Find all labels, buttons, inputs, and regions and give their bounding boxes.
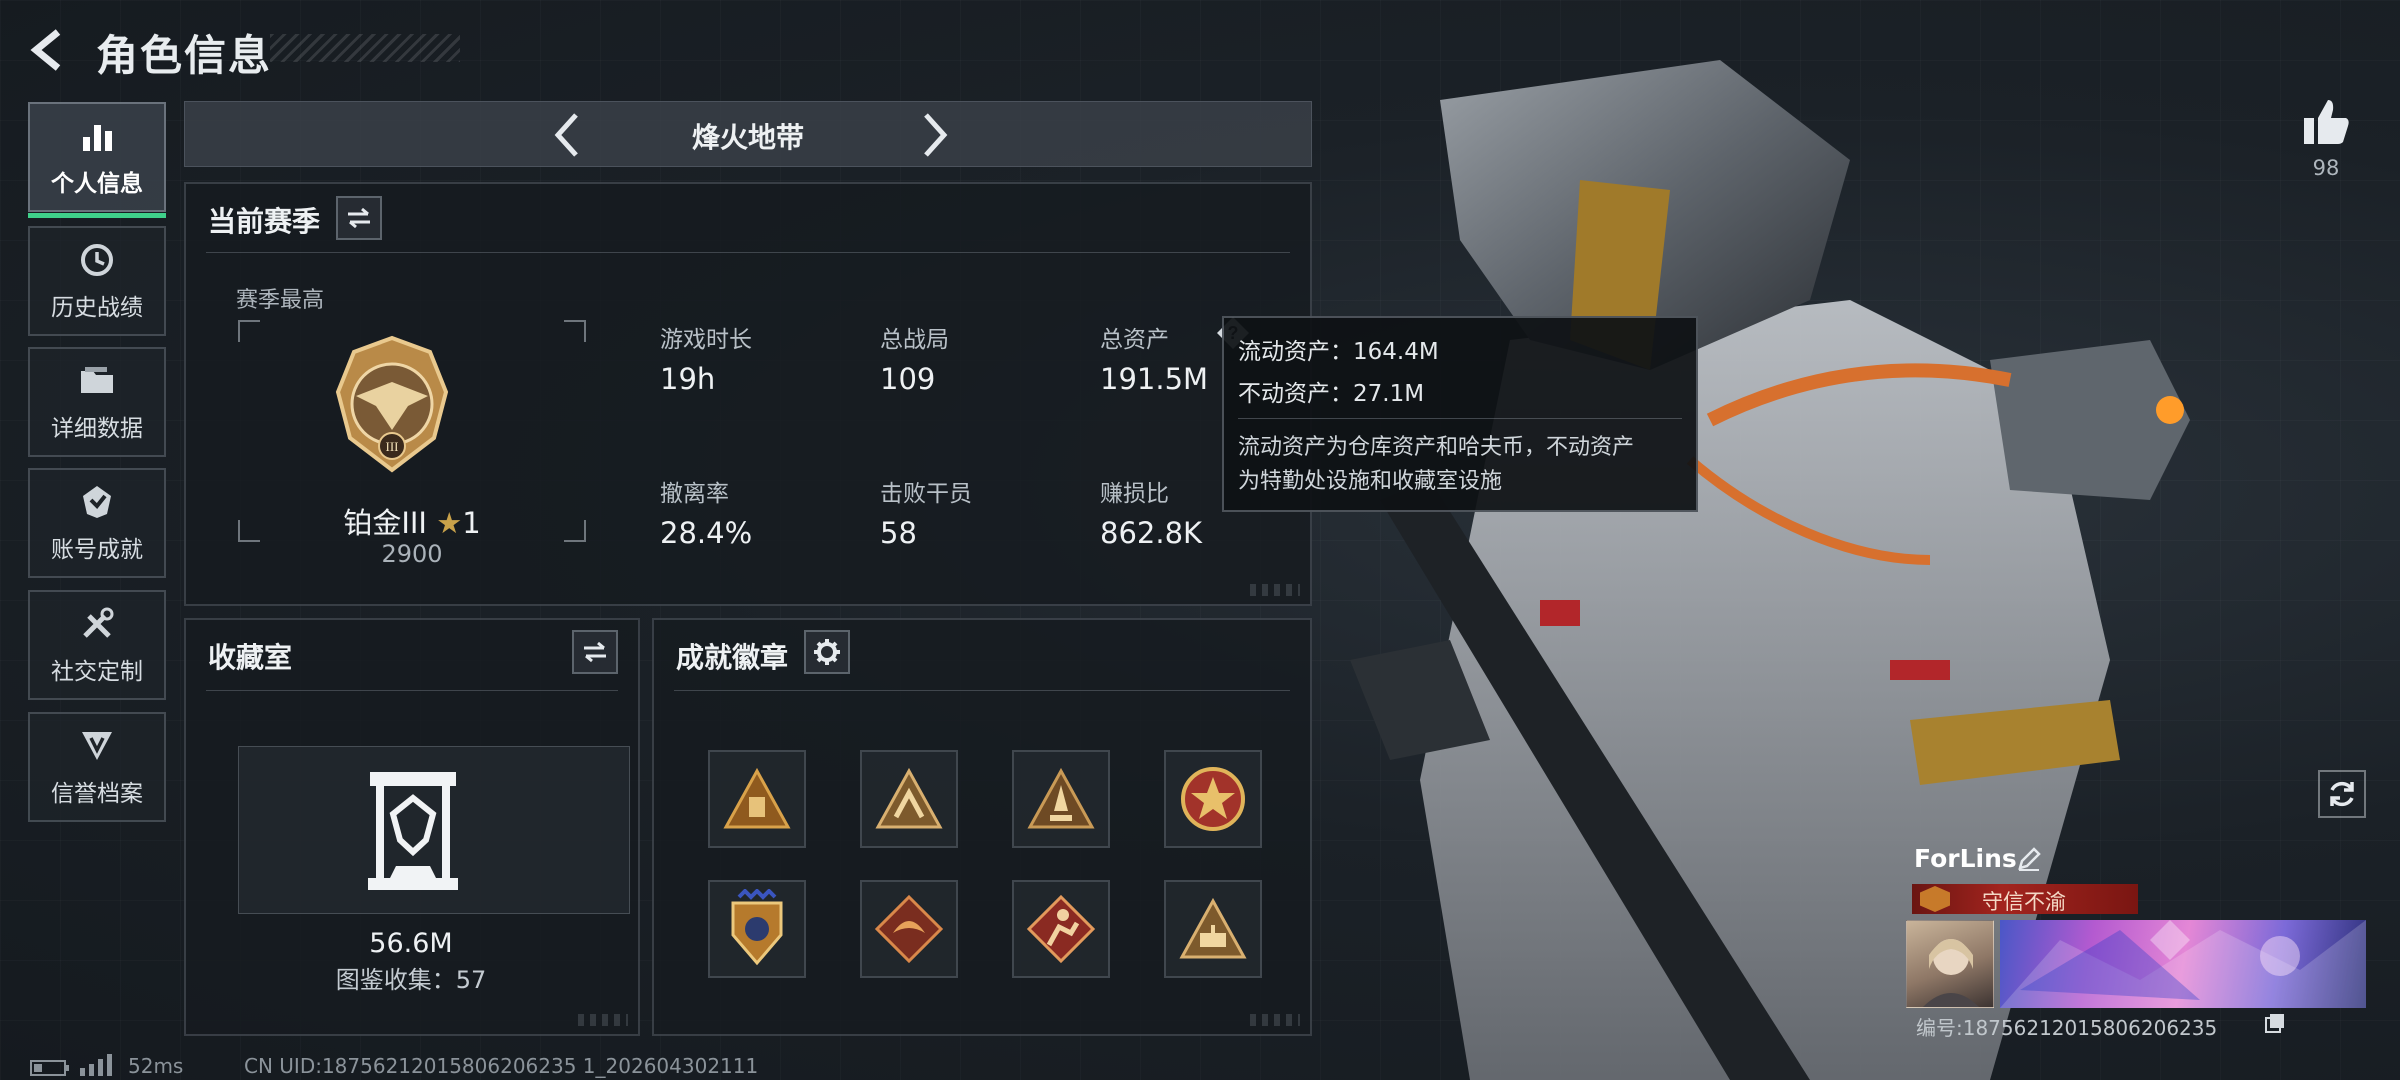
account-uid: CN UID:18756212015806206235 1_2026043021… — [244, 1054, 759, 1078]
achievement-badges-panel: 成就徽章 — [652, 618, 1312, 1036]
stat-value: 58 — [880, 516, 917, 550]
season-best-label: 赛季最高 — [236, 288, 325, 313]
stat-value: 28.4% — [660, 516, 753, 550]
collection-count: 图鉴收集：57 — [335, 966, 487, 994]
nav-item-label: 详细数据 — [51, 416, 143, 442]
tooltip-divider — [1238, 418, 1682, 419]
stat-label: 总资产 — [1100, 327, 1169, 353]
player-title: 守信不渝 — [1982, 890, 2066, 914]
stat-value: 862.8K — [1100, 516, 1203, 550]
rank-stars: 1 — [462, 506, 481, 540]
thumbs-up-icon[interactable] — [2300, 96, 2352, 148]
collection-panel-title: 收藏室 — [208, 641, 293, 674]
refresh-icon — [2330, 781, 2354, 807]
tooltip-description-line: 流动资产为仓库资产和哈夫币，不动资产 — [1238, 435, 1635, 460]
folder-icon — [77, 361, 117, 401]
nav-item-label: 账号成就 — [51, 537, 143, 563]
battery-icon — [30, 1060, 69, 1076]
divider — [206, 690, 618, 691]
stat-value: 191.5M — [1100, 362, 1209, 396]
rank-score: 2900 — [381, 540, 443, 568]
tooltip-description-line: 为特勤处设施和收藏室设施 — [1238, 469, 1503, 494]
nav-item-detail-data[interactable]: 详细数据 — [28, 347, 166, 457]
swap-icon — [584, 641, 606, 663]
tools-icon — [77, 604, 117, 644]
badge-climber-icon[interactable] — [860, 750, 958, 848]
player-banner[interactable] — [2000, 920, 2366, 1008]
panel-corner-decoration — [1250, 1014, 1300, 1026]
avatar[interactable] — [1906, 920, 1994, 1008]
stat-label: 击败干员 — [880, 481, 972, 507]
badge-star-emblem-icon[interactable] — [1164, 750, 1262, 848]
switch-season-button[interactable] — [336, 196, 382, 240]
collection-value: 56.6M — [369, 928, 453, 959]
stat-value: 109 — [880, 362, 936, 396]
title-decoration — [270, 34, 460, 62]
mode-selector: 烽火地带 — [184, 101, 1312, 167]
stat-label: 赚损比 — [1100, 481, 1169, 507]
nav-item-personal-info[interactable]: 个人信息 — [28, 102, 166, 218]
rank-name: 铂金III — [343, 506, 427, 540]
like-count: 98 — [2312, 156, 2340, 180]
badge-runner-icon[interactable] — [1012, 880, 1110, 978]
chevron-right-icon — [924, 113, 948, 157]
rank-name-row: 铂金III ★1 — [186, 500, 638, 542]
badge-shield-icon[interactable] — [708, 880, 806, 978]
character-info-screen: 角色信息 个人信息 历史战绩 详细数据 账号成就 社交定制 信誉档案 烽火地带 … — [0, 0, 2400, 1080]
next-mode-button[interactable] — [913, 111, 957, 159]
star-icon: ★ — [436, 506, 463, 540]
signal-icon — [80, 1054, 112, 1076]
badge-settings-button[interactable] — [804, 630, 850, 674]
badge-tank-icon[interactable] — [1164, 880, 1262, 978]
badge-rocket-icon[interactable] — [1012, 750, 1110, 848]
bar-chart-icon — [77, 116, 117, 156]
refresh-button[interactable] — [2318, 770, 2366, 818]
stat-label: 游戏时长 — [660, 327, 752, 353]
tooltip-fixed-assets: 不动资产：27.1M — [1238, 381, 1425, 407]
panel-corner-decoration — [1250, 584, 1300, 596]
achievement-icon — [77, 482, 117, 522]
player-title-banner: 守信不渝 — [1912, 884, 2138, 914]
nav-item-history[interactable]: 历史战绩 — [28, 226, 166, 336]
ping-latency: 52ms — [128, 1054, 184, 1078]
asset-tooltip: 流动资产：164.4M 不动资产：27.1M 流动资产为仓库资产和哈夫币，不动资… — [1222, 316, 1698, 512]
stat-label: 总战局 — [880, 327, 949, 353]
nav-item-achievements[interactable]: 账号成就 — [28, 468, 166, 578]
collection-panel: 收藏室 56.6M 图鉴收集：57 — [184, 618, 640, 1036]
title-emblem-icon — [1920, 886, 1950, 912]
back-button[interactable] — [24, 24, 72, 76]
copy-icon[interactable] — [2264, 1012, 2286, 1034]
season-panel-title: 当前赛季 — [208, 205, 321, 238]
tooltip-liquid-assets: 流动资产：164.4M — [1238, 339, 1439, 365]
nav-item-label: 信誉档案 — [51, 781, 143, 807]
stat-value: 19h — [660, 362, 716, 396]
nav-item-label: 个人信息 — [51, 171, 143, 197]
vault-display-icon — [368, 772, 458, 890]
edit-name-icon[interactable] — [2016, 846, 2042, 872]
badge-pyramid-icon[interactable] — [708, 750, 806, 848]
platinum-rank-emblem-icon: III — [335, 335, 449, 473]
nav-item-social-custom[interactable]: 社交定制 — [28, 590, 166, 700]
svg-text:III: III — [386, 439, 399, 454]
current-season-panel: 当前赛季 赛季最高 III 铂金III ★1 2900 游戏时长 19h 总战局… — [184, 182, 1312, 606]
nav-item-reputation[interactable]: 信誉档案 — [28, 712, 166, 822]
panel-corner-decoration — [578, 1014, 628, 1026]
mode-title: 烽火地带 — [691, 121, 804, 154]
chevron-left-icon — [30, 29, 61, 71]
reputation-icon — [77, 726, 117, 766]
switch-collection-button[interactable] — [572, 630, 618, 674]
player-name: ForLins — [1914, 844, 2017, 873]
nav-item-label: 社交定制 — [51, 659, 143, 685]
player-id: 编号:18756212015806206235 — [1916, 1016, 2218, 1040]
page-title: 角色信息 — [96, 31, 273, 80]
stat-label: 撤离率 — [660, 481, 729, 507]
badge-dragon-icon[interactable] — [860, 880, 958, 978]
divider — [674, 690, 1290, 691]
swap-icon — [348, 207, 370, 229]
divider — [206, 252, 1290, 253]
nav-item-label: 历史战绩 — [51, 295, 143, 321]
gear-icon — [814, 639, 840, 665]
badges-panel-title: 成就徽章 — [676, 641, 789, 674]
history-icon — [77, 240, 117, 280]
